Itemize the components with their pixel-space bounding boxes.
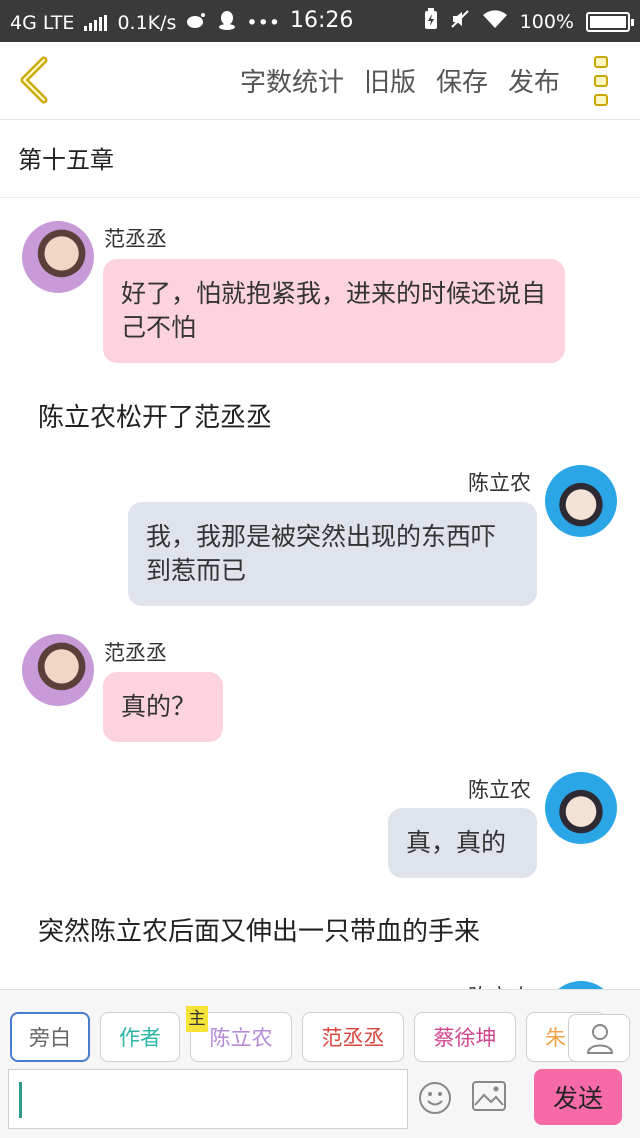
more-status-icon: ••• [246, 11, 281, 34]
main-role-badge: 主 [186, 1006, 208, 1032]
role-tag-fan-chengcheng[interactable]: 范丞丞 [302, 1012, 404, 1062]
speaker-name: 陈立农 [468, 981, 531, 989]
narration-text[interactable]: 陈立农松开了范丞丞 [38, 397, 272, 434]
charging-icon [424, 8, 438, 35]
network-label: 4G LTE [10, 11, 75, 34]
menu-dot-icon [594, 75, 608, 87]
battery-icon [586, 11, 634, 32]
role-tag-label: 作者 [119, 1026, 161, 1050]
emoji-button[interactable] [418, 1081, 452, 1115]
save-button[interactable]: 保存 [436, 62, 488, 99]
send-button[interactable]: 发送 [534, 1069, 622, 1125]
role-tag-label: 朱 [545, 1026, 566, 1050]
role-tag-cai-xukun[interactable]: 蔡徐坤 [414, 1012, 516, 1062]
editor-header: 字数统计 旧版 保存 发布 [0, 42, 640, 120]
qq-icon [218, 10, 236, 35]
input-bar: 发送 [0, 1067, 640, 1138]
speaker-name: 范丞丞 [104, 227, 167, 251]
status-left: 4G LTE 0.1K/s ••• [10, 10, 280, 35]
header-actions: 字数统计 旧版 保存 发布 [240, 62, 560, 99]
person-icon [586, 1024, 614, 1054]
signal-icon [84, 14, 108, 31]
narration-text[interactable]: 突然陈立农后面又伸出一只带血的手来 [38, 911, 480, 948]
avatar[interactable] [545, 981, 617, 989]
old-version-button[interactable]: 旧版 [364, 62, 416, 99]
publish-button[interactable]: 发布 [508, 62, 560, 99]
chat-bubble[interactable]: 好了，怕就抱紧我，进来的时候还说自己不怕 [103, 259, 565, 363]
avatar[interactable] [22, 221, 94, 293]
image-button[interactable] [472, 1081, 506, 1111]
speaker-name: 陈立农 [468, 778, 531, 802]
chapter-title[interactable]: 第十五章 [0, 120, 640, 198]
word-count-button[interactable]: 字数统计 [240, 62, 344, 99]
chevron-left-icon [20, 56, 48, 104]
add-role-button[interactable] [568, 1014, 630, 1062]
picture-icon [472, 1081, 506, 1111]
status-time: 16:26 [290, 8, 354, 33]
battery-percent: 100% [519, 10, 574, 33]
back-button[interactable] [14, 56, 60, 104]
menu-dot-icon [594, 56, 608, 68]
role-tag-label: 范丞丞 [321, 1026, 385, 1050]
menu-dot-icon [594, 94, 608, 106]
speaker-name: 范丞丞 [104, 641, 167, 665]
chat-area[interactable]: 范丞丞 好了，怕就抱紧我，进来的时候还说自己不怕 陈立农松开了范丞丞 陈立农 我… [0, 199, 640, 989]
weibo-icon [186, 11, 208, 34]
message-input[interactable] [8, 1069, 408, 1129]
role-selector-bar: 旁白 作者 陈立农 主 范丞丞 蔡徐坤 朱 [0, 989, 640, 1067]
role-tag-author[interactable]: 作者 [100, 1012, 180, 1062]
role-tag-label: 旁白 [29, 1026, 71, 1050]
speaker-name: 陈立农 [468, 471, 531, 495]
chat-bubble[interactable]: 真的？ [103, 672, 223, 742]
role-tag-label: 蔡徐坤 [433, 1026, 497, 1050]
smiley-icon [419, 1082, 451, 1114]
avatar[interactable] [545, 772, 617, 844]
avatar[interactable] [22, 634, 94, 706]
mute-icon [450, 9, 470, 34]
chat-bubble[interactable]: 真，真的 [388, 808, 537, 878]
network-speed: 0.1K/s [117, 11, 177, 34]
role-tag-narrator[interactable]: 旁白 [10, 1012, 90, 1062]
role-tag-label: 陈立农 [209, 1026, 273, 1050]
avatar[interactable] [545, 465, 617, 537]
status-bar: 4G LTE 0.1K/s ••• 16:26 100% [0, 0, 640, 42]
text-cursor [19, 1082, 22, 1118]
status-right: 100% [424, 8, 634, 35]
wifi-icon [482, 9, 508, 34]
more-menu-button[interactable] [594, 56, 614, 106]
chat-bubble[interactable]: 我，我那是被突然出现的东西吓到惹而已 [128, 502, 537, 606]
